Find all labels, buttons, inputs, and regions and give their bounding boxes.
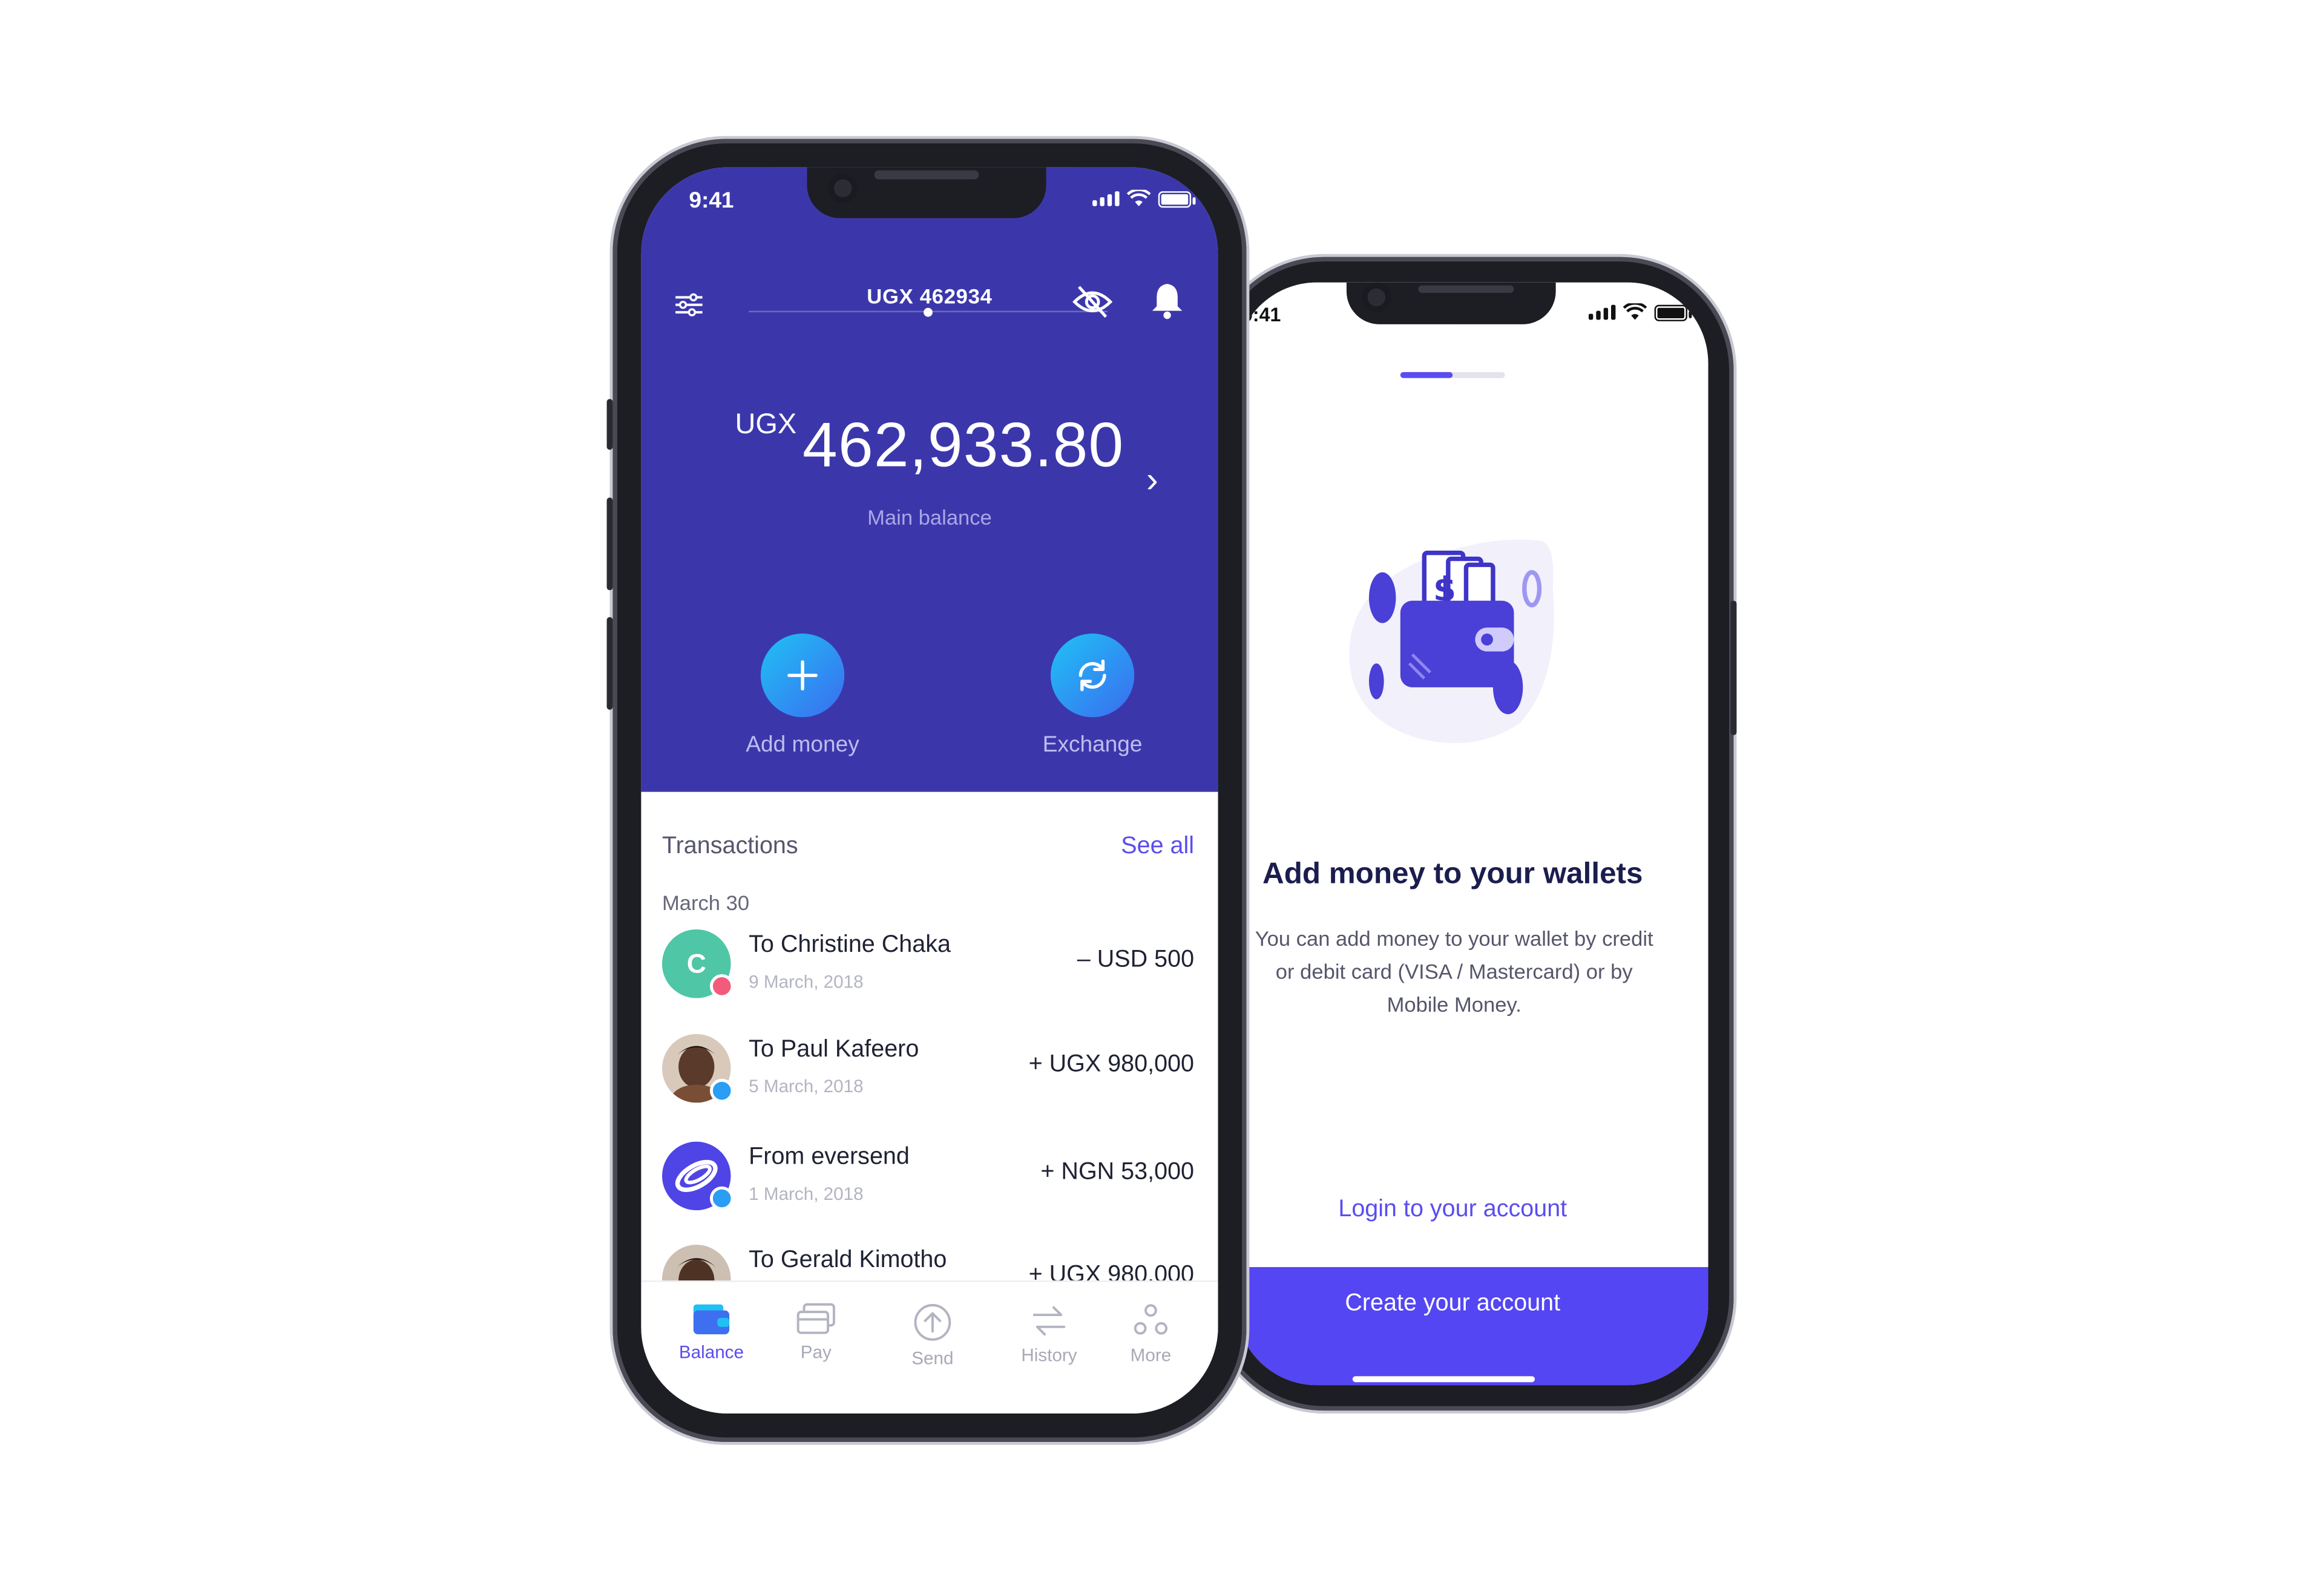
account-selector[interactable]: UGX 462934: [641, 284, 1218, 308]
card-icon: [796, 1303, 835, 1334]
login-link[interactable]: Login to your account: [1236, 1197, 1669, 1223]
wifi-icon: [1623, 303, 1647, 320]
silent-switch: [606, 399, 613, 450]
signal-icon: [1588, 304, 1616, 320]
tab-more[interactable]: More: [1098, 1303, 1203, 1366]
tab-label: Balance: [678, 1341, 744, 1363]
battery-icon: [1158, 190, 1196, 208]
balance-amount: 462,933.80: [803, 409, 1124, 480]
create-account-button[interactable]: Create your account: [1236, 1267, 1709, 1386]
tab-label: More: [1130, 1345, 1172, 1366]
onboarding-screen: 9:41 $ Add money to your wallets You can…: [1236, 282, 1709, 1386]
wallet-illustration: $: [1349, 539, 1554, 744]
tab-label: Send: [911, 1348, 954, 1369]
chevron-right-icon[interactable]: ›: [1146, 460, 1158, 502]
transaction-date: 5 March, 2018: [749, 1075, 864, 1097]
tab-send[interactable]: Send: [880, 1303, 985, 1369]
balance-currency: UGX: [735, 409, 797, 441]
power-button: [1730, 600, 1737, 735]
see-all-link[interactable]: See all: [1121, 834, 1194, 860]
balance-label: Main balance: [867, 505, 992, 529]
transactions-title: Transactions: [661, 833, 798, 859]
history-icon: [1032, 1306, 1066, 1336]
account-header: UGX 462934: [641, 272, 1218, 332]
battery-icon: [1654, 304, 1692, 321]
plus-icon: [760, 634, 845, 718]
status-time: 9:41: [689, 188, 734, 214]
transaction-row[interactable]: C To Christine Chaka 9 March, 2018 – USD…: [661, 929, 1195, 1004]
tab-balance[interactable]: Balance: [659, 1303, 764, 1363]
onboarding-description: You can add money to your wallet by cred…: [1255, 926, 1653, 1017]
wifi-icon: [1126, 189, 1151, 206]
exchange-button[interactable]: Exchange: [1003, 634, 1182, 758]
exchange-label: Exchange: [1042, 732, 1143, 758]
front-camera: [828, 173, 858, 203]
front-camera: [1361, 282, 1392, 313]
outgoing-badge-icon: [709, 974, 734, 998]
more-icon: [1134, 1304, 1168, 1335]
transaction-name: To Paul Kafeero: [749, 1037, 919, 1063]
bottom-tab-bar: Balance Pay Send History More: [641, 1280, 1218, 1414]
exchange-icon: [1050, 634, 1135, 718]
mockup-canvas: 9:41 $ Add money to your wallets You can…: [0, 0, 2324, 1569]
add-money-label: Add money: [746, 732, 859, 758]
add-money-button[interactable]: Add money: [713, 634, 892, 758]
transaction-amount: + NGN 53,000: [1040, 1159, 1195, 1185]
balance-display: UGX 462,933.80: [641, 410, 1218, 482]
onboarding-title: Add money to your wallets: [1262, 857, 1643, 891]
account-pager-dot: [924, 307, 933, 317]
status-icons: [1092, 189, 1196, 208]
main-phone: 9:41 UGX 462934 UGX 462,933.80 › Main ba…: [606, 139, 1247, 1442]
tab-label: Pay: [800, 1341, 832, 1363]
transaction-amount: + UGX 980,000: [1028, 1052, 1195, 1078]
incoming-badge-icon: [709, 1078, 734, 1103]
balance-hero: 9:41 UGX 462934 UGX 462,933.80 › Main ba…: [641, 167, 1218, 792]
speaker: [874, 170, 979, 180]
transaction-amount: – USD 500: [1077, 947, 1195, 973]
bell-icon[interactable]: [1149, 281, 1185, 319]
upload-icon: [914, 1304, 951, 1341]
onboarding-progress: [1400, 372, 1505, 378]
volume-up-button: [606, 497, 613, 591]
incoming-badge-icon: [709, 1186, 734, 1211]
wallet-icon: [693, 1304, 730, 1335]
transaction-name: From eversend: [749, 1144, 910, 1170]
tab-pay[interactable]: Pay: [764, 1303, 868, 1363]
main-screen: 9:41 UGX 462934 UGX 462,933.80 › Main ba…: [641, 167, 1218, 1414]
transaction-date: 1 March, 2018: [749, 1183, 864, 1205]
transaction-name: To Gerald Kimotho: [749, 1247, 947, 1273]
transaction-row[interactable]: To Paul Kafeero 5 March, 2018 + UGX 980,…: [661, 1033, 1195, 1109]
transaction-date: 9 March, 2018: [749, 971, 864, 992]
volume-down-button: [606, 617, 613, 710]
onboarding-phone: 9:41 $ Add money to your wallets You can…: [1210, 257, 1737, 1411]
transaction-name: To Christine Chaka: [749, 932, 951, 958]
signal-icon: [1092, 191, 1120, 206]
transaction-row[interactable]: From eversend 1 March, 2018 + NGN 53,000: [661, 1141, 1195, 1216]
status-time: 9:41: [1242, 303, 1281, 326]
speaker: [1418, 285, 1514, 293]
status-icons: [1588, 303, 1692, 321]
home-indicator: [1352, 1376, 1535, 1383]
tab-history[interactable]: History: [997, 1303, 1101, 1366]
tab-label: History: [1021, 1345, 1077, 1366]
eye-off-icon[interactable]: [1072, 284, 1114, 319]
date-group-label: March 30: [661, 890, 750, 915]
